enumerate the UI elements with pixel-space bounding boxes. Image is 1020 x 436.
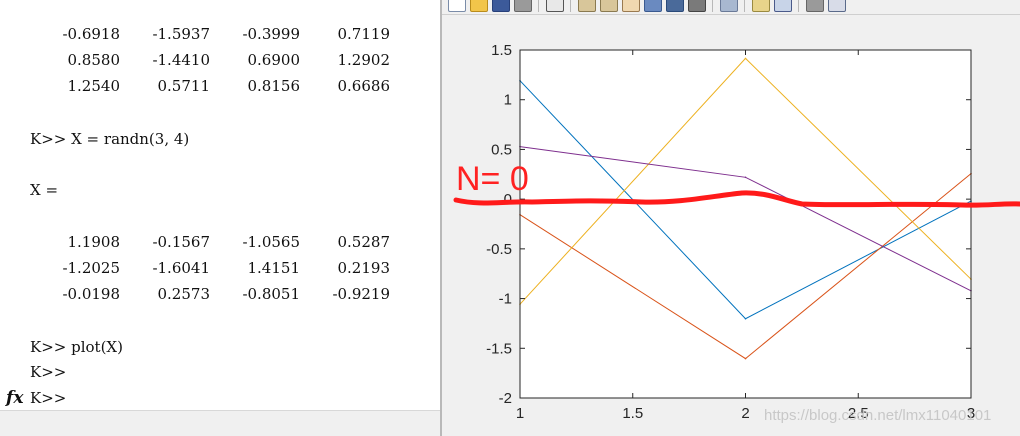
- matrix-cell: -0.1567: [152, 233, 210, 251]
- matrix-cell: 0.5711: [157, 77, 211, 95]
- matrix-cell: -0.9219: [332, 285, 390, 303]
- matrix-cell: -1.5937: [152, 25, 210, 43]
- matrix-cell: -1.4410: [152, 51, 210, 69]
- prompt-line: K>>: [30, 363, 67, 381]
- y-tick-label: -2: [499, 390, 512, 407]
- matrix-cell: -1.6041: [152, 259, 210, 277]
- series-2-point: [744, 357, 747, 360]
- command-window[interactable]: -0.6918 -1.5937 -0.3999 0.7119 0.8580 -1…: [0, 0, 440, 436]
- matrix-cell: 0.2193: [337, 259, 391, 277]
- matrix-cell: 1.2902: [337, 51, 391, 69]
- matrix-cell: -0.8051: [242, 285, 300, 303]
- y-tick-label: 1.5: [491, 42, 512, 59]
- series-1-point: [744, 317, 747, 320]
- matrix-cell: -1.2025: [62, 259, 120, 277]
- matrix-cell: 0.8156: [247, 77, 301, 95]
- matrix-cell: 0.8580: [67, 51, 121, 69]
- fx-icon[interactable]: fx: [6, 388, 23, 408]
- prompt-line-active[interactable]: K>>: [30, 388, 66, 408]
- matrix-cell: 0.6900: [247, 51, 301, 69]
- plot-canvas[interactable]: 1 1.5 2 2.5 31.510.50-0.5-1-1.5-2 N= 0 https…: [442, 0, 1020, 436]
- matrix-cell: 0.2573: [157, 285, 211, 303]
- watermark-text: https://blog.csdn.net/lmx11040101: [764, 407, 991, 424]
- matrix-cell: 0.6686: [337, 77, 391, 95]
- matrix-cell: 0.7119: [337, 25, 391, 43]
- annotation-n-equals-zero: N= 0: [456, 160, 529, 198]
- series-3-point: [744, 57, 747, 60]
- matrix-cell: -0.3999: [242, 25, 300, 43]
- y-tick-label: 0.5: [491, 141, 512, 158]
- matrix-cell: 0.5287: [337, 233, 391, 251]
- command-plot: K>> plot(X): [30, 338, 123, 356]
- screenshot-root: -0.6918 -1.5937 -0.3999 0.7119 0.8580 -1…: [0, 0, 1020, 436]
- matrix-cell: -1.0565: [242, 233, 300, 251]
- series-4-point: [744, 176, 747, 179]
- x-tick-label: 2: [741, 405, 749, 422]
- y-tick-label: 1: [504, 92, 512, 109]
- matrix-cell: 1.4151: [247, 259, 301, 277]
- y-tick-label: -1.5: [486, 340, 512, 357]
- matrix-cell: -0.6918: [62, 25, 120, 43]
- y-tick-label: -0.5: [486, 241, 512, 258]
- x-tick-label: 1: [516, 405, 524, 422]
- y-tick-label: -1: [499, 291, 512, 308]
- command-window-status-bar: [0, 410, 440, 436]
- x-tick-label: 1.5: [622, 405, 643, 422]
- axes-background: [520, 50, 971, 398]
- matrix-cell: -0.0198: [62, 285, 120, 303]
- figure-window[interactable]: 1 1.5 2 2.5 3 1.5 1 0.5 0 -0.5 -1 -1.5 -2 N= 0 https…: [440, 0, 1020, 436]
- variable-header: X =: [30, 181, 59, 199]
- command-randn: K>> X = randn(3, 4): [30, 130, 190, 148]
- matrix-cell: 1.2540: [67, 77, 121, 95]
- matrix-cell: 1.1908: [67, 233, 121, 251]
